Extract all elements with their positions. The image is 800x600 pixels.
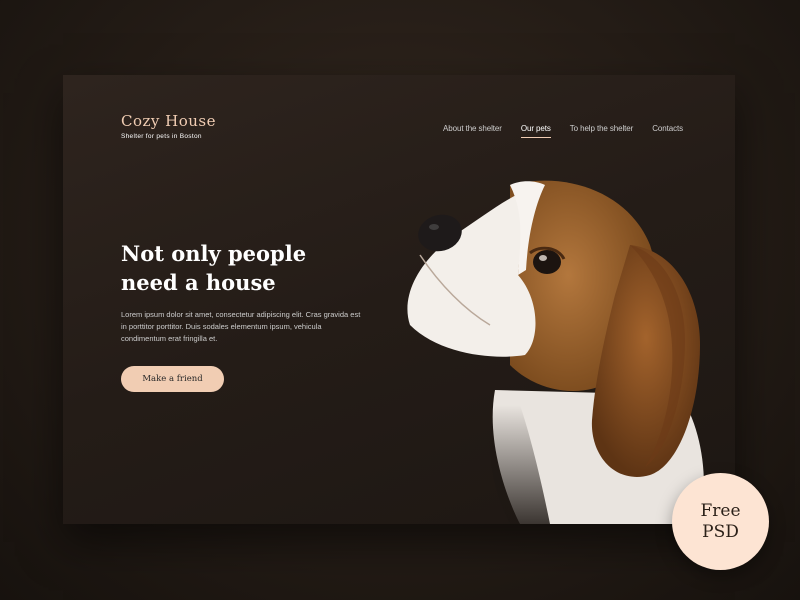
landing-page-card: Cozy House Shelter for pets in Boston Ab… bbox=[63, 75, 735, 524]
badge-line-1: Free bbox=[700, 500, 741, 521]
free-psd-badge[interactable]: Free PSD bbox=[672, 473, 769, 570]
make-a-friend-button[interactable]: Make a friend bbox=[121, 366, 224, 392]
logo-subtitle: Shelter for pets in Boston bbox=[121, 133, 202, 140]
puppy-image bbox=[407, 180, 704, 524]
hero-text: Lorem ipsum dolor sit amet, consectetur … bbox=[121, 310, 361, 343]
logo-title: Cozy House bbox=[121, 112, 216, 130]
main-nav: About the shelter Our pets To help the s… bbox=[443, 124, 683, 138]
nav-item-our-pets[interactable]: Our pets bbox=[520, 124, 551, 138]
badge-line-2: PSD bbox=[702, 521, 739, 542]
nav-item-help[interactable]: To help the shelter bbox=[570, 124, 634, 133]
logo[interactable]: Cozy House Shelter for pets in Boston bbox=[121, 112, 216, 140]
nav-item-contacts[interactable]: Contacts bbox=[652, 124, 683, 133]
nav-item-about[interactable]: About the shelter bbox=[443, 124, 502, 133]
hero-title: Not only people need a house bbox=[121, 241, 307, 295]
